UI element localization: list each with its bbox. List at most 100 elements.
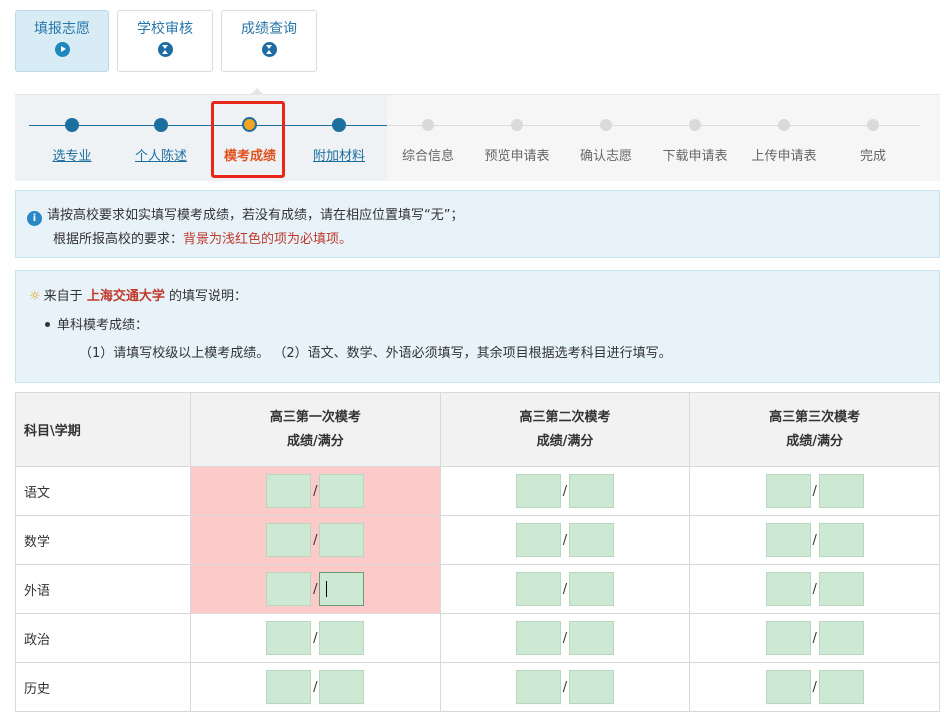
score-cell: / <box>190 662 441 712</box>
exam-header-1: 高三第一次模考 成绩/满分 <box>190 392 441 467</box>
step-dot <box>867 119 879 131</box>
full-score-input[interactable] <box>568 474 614 508</box>
step-label[interactable]: 个人陈述 <box>116 145 206 164</box>
full-score-input[interactable] <box>818 572 864 606</box>
slash: / <box>562 483 568 499</box>
exam-sub: 成绩/满分 <box>536 433 594 449</box>
score-input[interactable] <box>765 670 811 704</box>
notice-required-text: 背景为浅红色的项为必填项。 <box>183 232 353 247</box>
instructions-prefix: 来自于 <box>43 289 83 304</box>
step-dot <box>511 119 523 131</box>
slash: / <box>562 630 568 646</box>
text-caret <box>326 580 328 597</box>
full-score-input[interactable] <box>319 621 365 655</box>
step-pointer <box>250 88 264 95</box>
score-input[interactable] <box>515 670 561 704</box>
score-cell: / <box>439 466 691 516</box>
score-input[interactable] <box>266 474 312 508</box>
step-line-pending <box>387 125 920 126</box>
step-progress-bar: 选专业 个人陈述 模考成绩 附加材料 综合信息 预览申请表 确认志愿 下载申请表… <box>15 88 940 181</box>
instructions-detail: （1）请填写校级以上模考成绩。 （2）语文、数学、外语必须填写，其余项目根据选考… <box>79 346 672 361</box>
slash: / <box>812 483 817 499</box>
step-label[interactable]: 选专业 <box>27 145 117 164</box>
score-cell: / <box>190 564 441 614</box>
table-row: 政治 / / / <box>15 613 940 663</box>
score-input[interactable] <box>266 621 312 655</box>
notice-line-1: i 请按高校要求如实填写模考成绩，若没有成绩，请在相应位置填写“无”； <box>27 204 939 228</box>
tab-fill-application[interactable]: 填报志愿 <box>15 10 109 72</box>
slash: / <box>313 483 318 499</box>
hourglass-icon <box>157 42 173 57</box>
instructions-box: ☼ 来自于 上海交通大学 的填写说明： 单科模考成绩： （1）请填写校级以上模考成… <box>15 270 940 383</box>
slash: / <box>313 630 318 646</box>
subject-cell: 历史 <box>15 662 191 712</box>
score-input[interactable] <box>765 474 811 508</box>
score-input[interactable] <box>266 572 312 606</box>
tab-label: 成绩查询 <box>241 21 297 37</box>
full-score-input[interactable] <box>568 670 614 704</box>
bullet-text: 单科模考成绩： <box>57 318 149 333</box>
score-cell: / <box>439 515 691 565</box>
score-cell: / <box>439 613 691 663</box>
score-input[interactable] <box>266 670 312 704</box>
subject-cell: 政治 <box>15 613 191 663</box>
score-input[interactable] <box>765 572 811 606</box>
score-cell: / <box>439 662 691 712</box>
step-dot <box>332 118 346 132</box>
full-score-input[interactable] <box>568 621 614 655</box>
play-circle-icon <box>54 42 70 57</box>
full-score-input[interactable] <box>818 670 864 704</box>
bullet-dot <box>45 322 50 327</box>
score-input[interactable] <box>515 572 561 606</box>
step-dot <box>778 119 790 131</box>
slash: / <box>562 679 568 695</box>
university-name: 上海交通大学 <box>86 289 165 304</box>
full-score-input[interactable] <box>568 572 614 606</box>
full-score-input-focused[interactable] <box>319 572 365 606</box>
step-dot <box>65 118 79 132</box>
score-input[interactable] <box>266 523 312 557</box>
current-step-highlight <box>211 101 285 178</box>
exam-name: 高三第二次模考 <box>519 409 611 425</box>
slash: / <box>812 581 817 597</box>
tab-score-query[interactable]: 成绩查询 <box>221 10 317 72</box>
tab-school-review[interactable]: 学校审核 <box>117 10 213 72</box>
step-label: 预览申请表 <box>484 149 550 164</box>
tab-label: 学校审核 <box>137 21 193 37</box>
exam-sub: 成绩/满分 <box>286 433 344 449</box>
score-cell: / <box>689 515 940 565</box>
score-input[interactable] <box>765 621 811 655</box>
instructions-bullet: 单科模考成绩： <box>29 314 939 338</box>
hourglass-icon <box>261 42 277 57</box>
score-input[interactable] <box>515 621 561 655</box>
score-cell: / <box>190 515 441 565</box>
score-cell: / <box>190 613 441 663</box>
step-dot <box>154 118 168 132</box>
step-label: 确认志愿 <box>579 149 632 164</box>
full-score-input[interactable] <box>319 474 365 508</box>
lightbulb-icon: ☼ <box>29 289 41 304</box>
notice-line-2: 根据所报高校的要求：背景为浅红色的项为必填项。 <box>27 228 939 252</box>
table-header-row: 科目\学期 高三第一次模考 成绩/满分 高三第二次模考 成绩/满分 高三第三次模考成… <box>15 392 940 467</box>
full-score-input[interactable] <box>818 621 864 655</box>
slash: / <box>812 679 817 695</box>
score-input[interactable] <box>515 523 561 557</box>
score-input[interactable] <box>515 474 561 508</box>
score-cell: / <box>689 613 940 663</box>
exam-name: 高三第三次模考 <box>769 409 861 425</box>
full-score-input[interactable] <box>319 523 365 557</box>
score-input[interactable] <box>765 523 811 557</box>
full-score-input[interactable] <box>818 474 864 508</box>
full-score-input[interactable] <box>818 523 864 557</box>
slash: / <box>562 581 568 597</box>
step-dot <box>600 119 612 131</box>
full-score-input[interactable] <box>319 670 365 704</box>
slash: / <box>812 532 817 548</box>
notice-box: i 请按高校要求如实填写模考成绩，若没有成绩，请在相应位置填写“无”； 根据所报高… <box>15 190 940 258</box>
full-score-input[interactable] <box>568 523 614 557</box>
subject-cell: 外语 <box>15 564 191 614</box>
slash: / <box>313 581 318 597</box>
score-cell: / <box>689 466 940 516</box>
step-label[interactable]: 附加材料 <box>294 145 384 164</box>
mock-exam-score-table: 科目\学期 高三第一次模考 成绩/满分 高三第二次模考 成绩/满分 高三第三次模考成… <box>15 392 940 712</box>
